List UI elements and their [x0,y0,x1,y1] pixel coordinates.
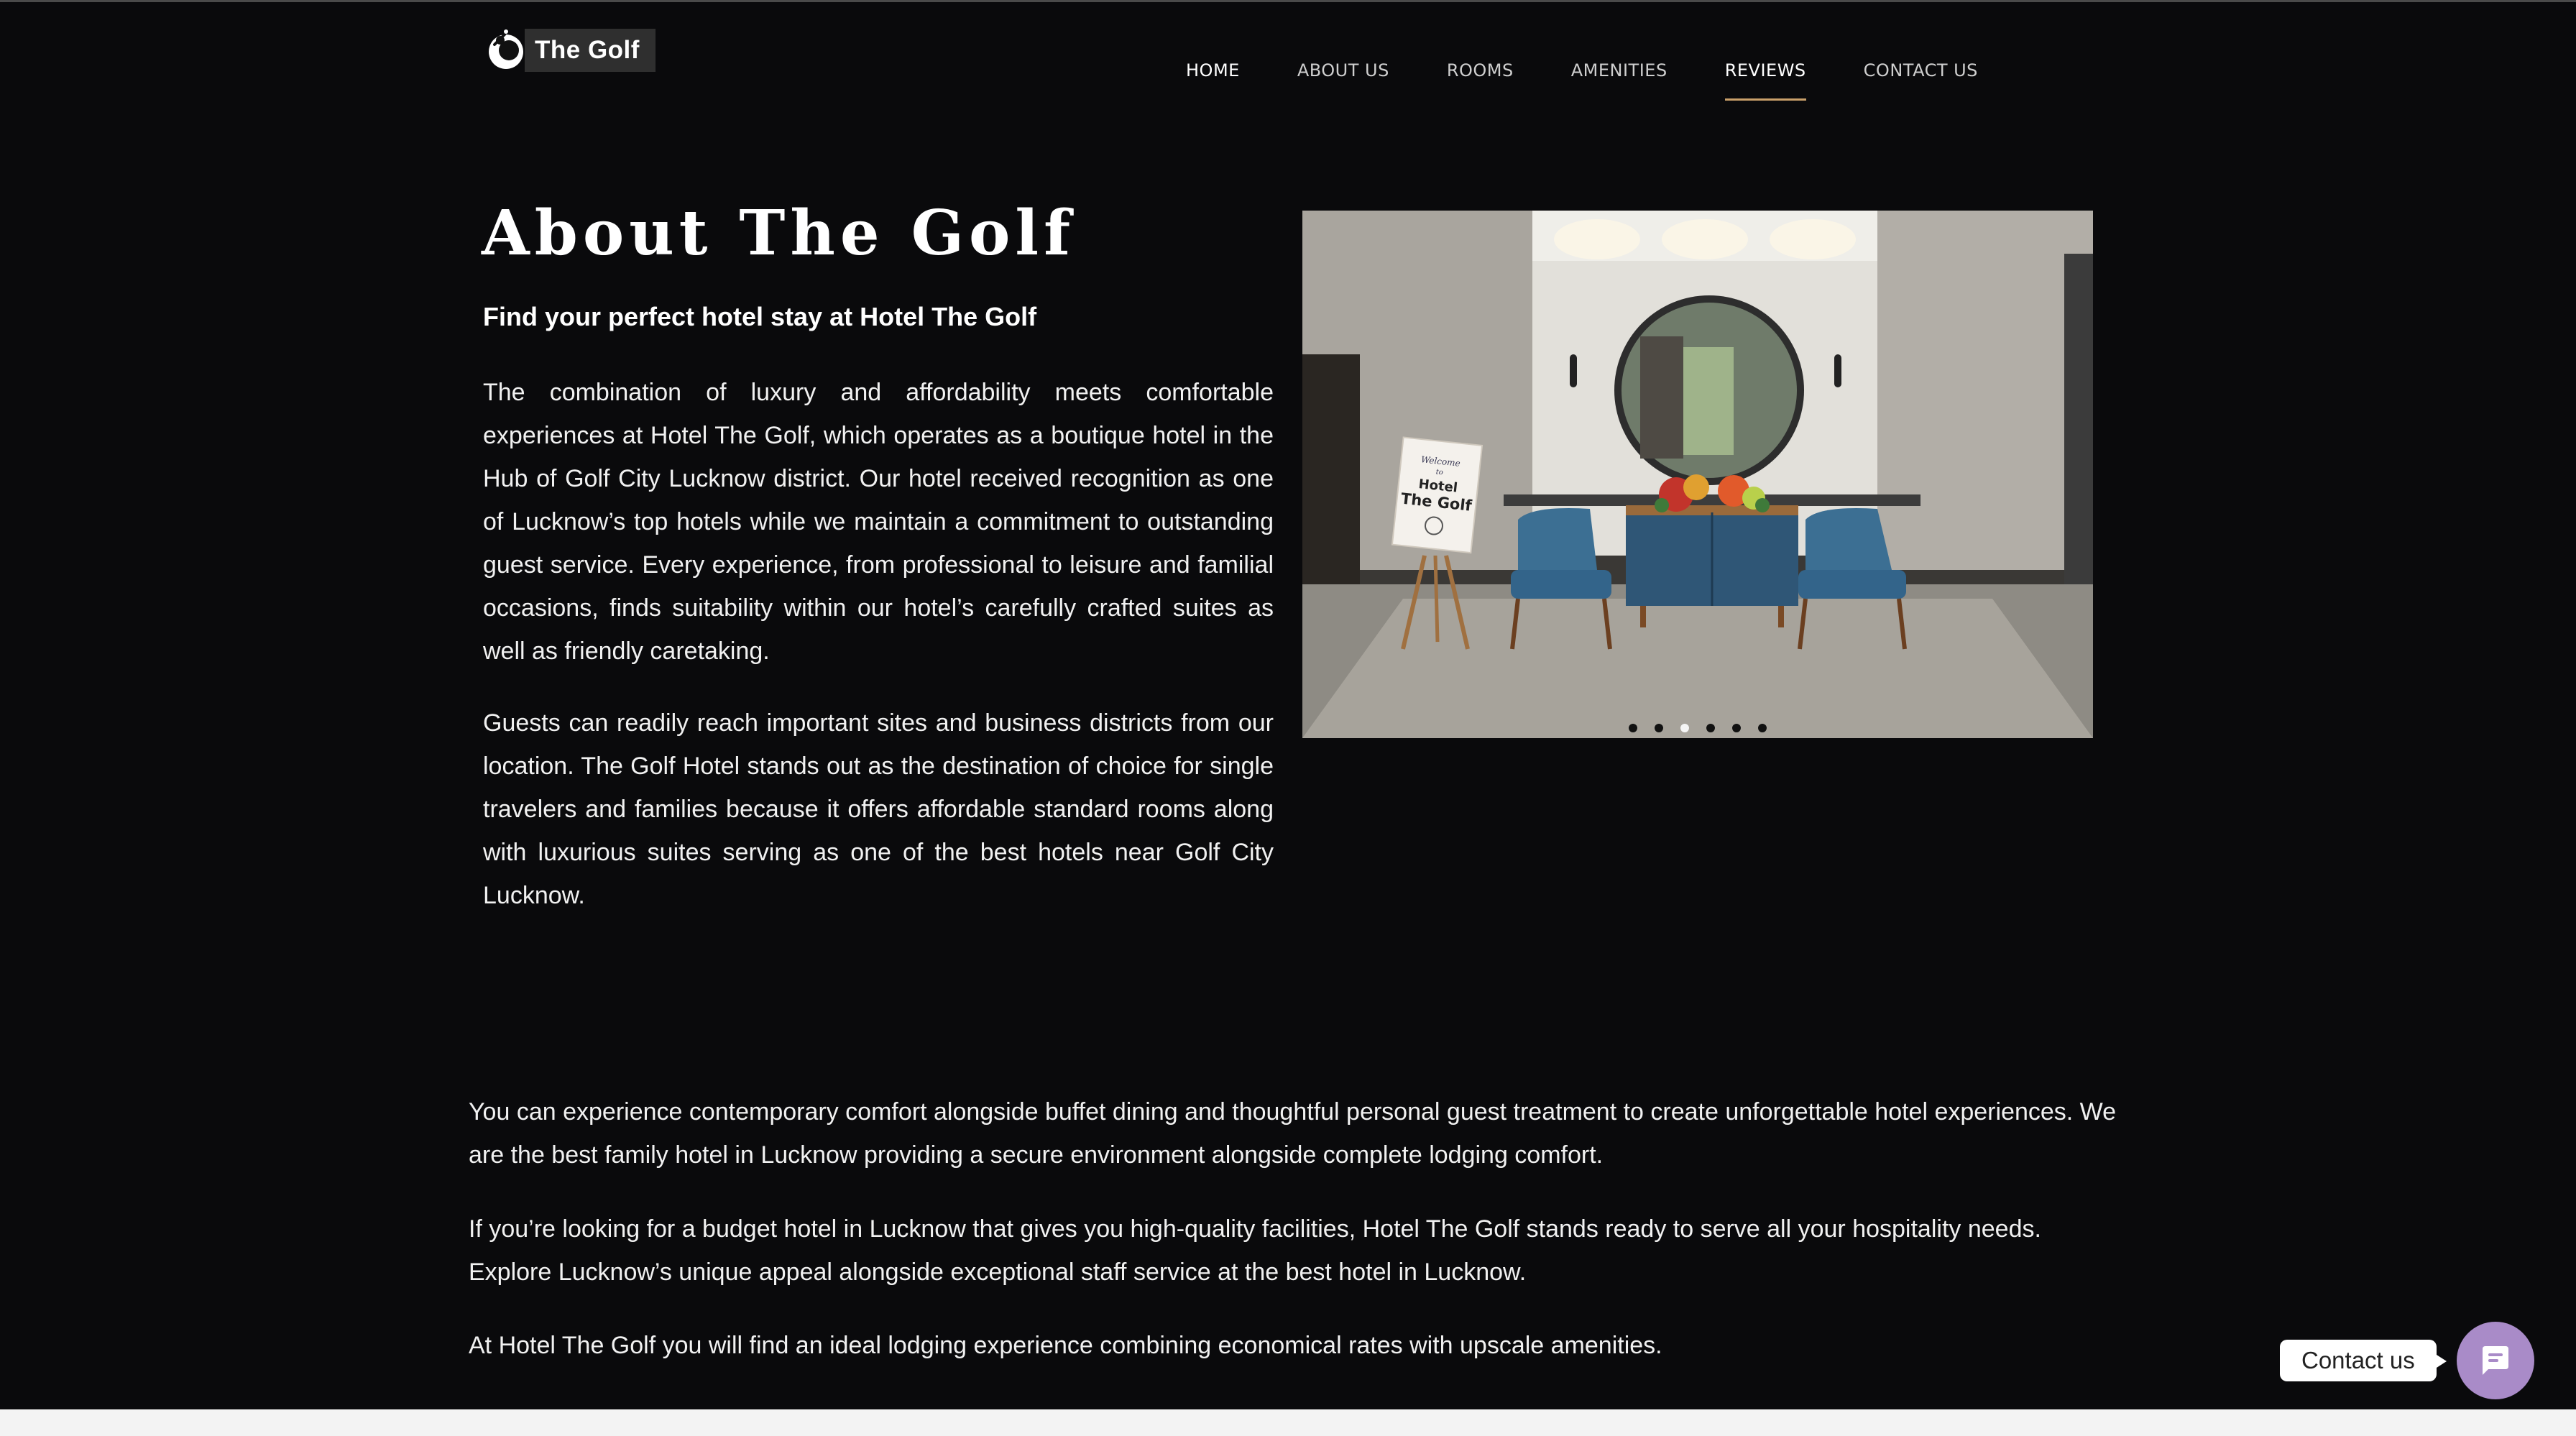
chat-icon [2483,1346,2508,1375]
slider-dot[interactable] [1758,724,1767,732]
site-logo[interactable]: The Golf [483,27,656,73]
slider-pagination [1302,724,2093,732]
info-paragraph: If you’re looking for a budget hotel in … [469,1215,2041,1286]
nav-contact-us[interactable]: CONTACT US [1864,60,1978,80]
slider-dot[interactable] [1629,724,1637,732]
slider-dot[interactable] [1732,724,1741,732]
slider-dot[interactable] [1655,724,1663,732]
slider-dot-active[interactable] [1680,724,1689,732]
main-nav: HOME ABOUT US ROOMS AMENITIES REVIEWS CO… [1186,56,2036,101]
nav-about-us[interactable]: ABOUT US [1297,60,1389,80]
info-paragraph: At Hotel The Golf you will find an ideal… [469,1332,1662,1359]
sign-to: to [1435,468,1443,477]
about-paragraph: The combination of luxury and affordabil… [483,379,1274,665]
lobby-photo: Welcome to Hotel The Golf [1302,211,2093,738]
contact-chat-button[interactable] [2457,1322,2534,1399]
nav-reviews[interactable]: REVIEWS [1724,60,1806,101]
about-subtitle: Find your perfect hotel stay at Hotel Th… [483,302,1037,331]
page-title: About The Golf [482,197,1076,270]
golfer-icon [483,27,529,73]
top-border [0,0,2576,2]
nav-rooms[interactable]: ROOMS [1447,60,1514,80]
about-paragraph: Guests can readily reach important sites… [483,709,1274,909]
footer-strip [0,1409,2576,1436]
contact-us-label[interactable]: Contact us [2280,1340,2447,1381]
slider-dot[interactable] [1706,724,1715,732]
info-paragraph: You can experience contemporary comfort … [469,1098,2117,1169]
hotel-image-slider[interactable]: Welcome to Hotel The Golf [1302,211,2093,738]
nav-home[interactable]: HOME [1186,60,1240,80]
nav-amenities[interactable]: AMENITIES [1571,60,1668,80]
logo-text: The Golf [535,36,640,64]
